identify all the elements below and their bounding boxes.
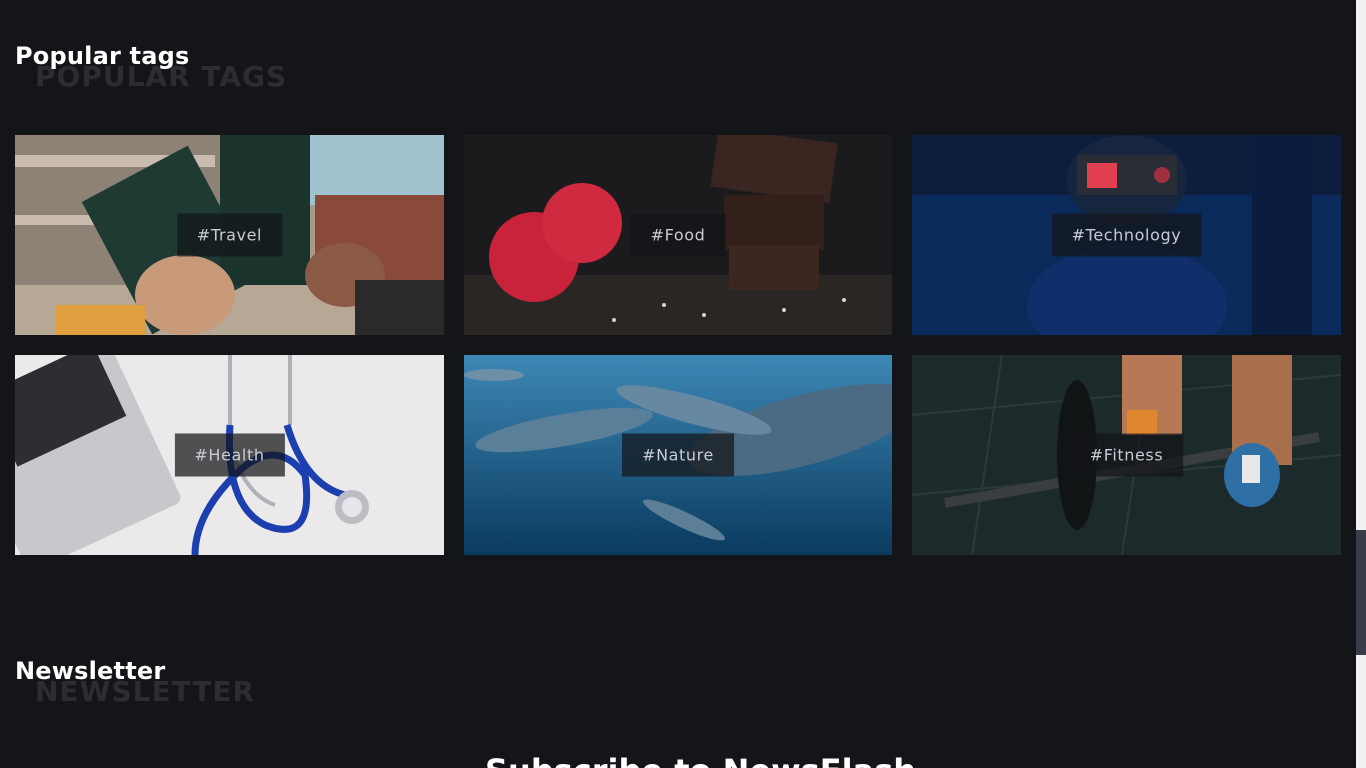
- tag-card-nature[interactable]: #Nature: [464, 355, 892, 555]
- tags-grid: #Travel #Food #Technology #Health #Natur…: [15, 135, 1341, 555]
- subscribe-heading: Subscribe to NewsFlash: [485, 752, 916, 768]
- tag-label-technology: #Technology: [1051, 213, 1202, 257]
- tag-label-food: #Food: [630, 213, 726, 257]
- tag-card-fitness[interactable]: #Fitness: [912, 355, 1341, 555]
- tag-label-fitness: #Fitness: [1069, 433, 1184, 477]
- tag-label-health: #Health: [174, 433, 285, 477]
- tag-label-nature: #Nature: [622, 433, 734, 477]
- page: POPULAR TAGS Popular tags #Travel #Food …: [0, 0, 1366, 768]
- tag-label-travel: #Travel: [176, 213, 283, 257]
- newsletter-title: Newsletter: [15, 657, 166, 685]
- tag-card-technology[interactable]: #Technology: [912, 135, 1341, 335]
- scrollbar-thumb[interactable]: [1356, 530, 1366, 655]
- tag-card-food[interactable]: #Food: [464, 135, 892, 335]
- popular-tags-title: Popular tags: [15, 42, 190, 70]
- tag-card-travel[interactable]: #Travel: [15, 135, 444, 335]
- tag-card-health[interactable]: #Health: [15, 355, 444, 555]
